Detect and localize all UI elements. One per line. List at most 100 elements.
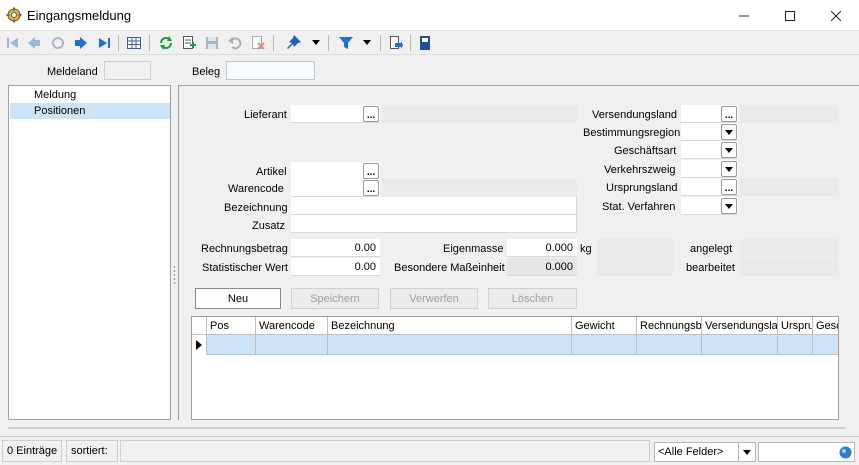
bezeichnung-label: Bezeichnung bbox=[224, 202, 288, 214]
grid-cell[interactable] bbox=[207, 335, 256, 355]
meldeland-label: Meldeland bbox=[47, 66, 98, 78]
ursprungsland-lookup-button[interactable]: ... bbox=[721, 179, 737, 195]
unit-spacer bbox=[597, 239, 673, 276]
toolbar-separator bbox=[380, 35, 381, 51]
table-view-icon[interactable] bbox=[125, 34, 143, 52]
reload-icon[interactable] bbox=[157, 34, 175, 52]
grid-row-header-corner bbox=[192, 317, 207, 335]
column-header-pos[interactable]: Pos bbox=[207, 317, 256, 335]
lieferant-label: Lieferant bbox=[244, 109, 287, 121]
column-header-rechnungsbetrag[interactable]: Rechnungsbe bbox=[637, 317, 702, 335]
column-header-bezeichnung[interactable]: Bezeichnung bbox=[328, 317, 572, 335]
grid-cell[interactable] bbox=[572, 335, 637, 355]
save-icon[interactable] bbox=[203, 34, 221, 52]
undo-icon[interactable] bbox=[226, 34, 244, 52]
last-record-icon[interactable] bbox=[95, 34, 113, 52]
app-gear-icon bbox=[6, 7, 22, 23]
rechnungsbetrag-label: Rechnungsbetrag bbox=[201, 243, 288, 255]
record-count: 0 Einträge bbox=[2, 440, 62, 462]
stat-verfahren-dropdown-icon[interactable] bbox=[721, 198, 737, 214]
filter-dropdown-icon[interactable] bbox=[361, 34, 373, 52]
next-record-icon[interactable] bbox=[72, 34, 90, 52]
export-icon[interactable] bbox=[386, 34, 404, 52]
bestimmungsregion-dropdown-icon[interactable] bbox=[721, 124, 737, 140]
grid-cell[interactable] bbox=[778, 335, 813, 355]
title-bar: Eingangsmeldung bbox=[0, 0, 859, 31]
beleg-field[interactable] bbox=[226, 61, 315, 80]
eigenmasse-field[interactable]: 0.000 bbox=[507, 239, 577, 257]
grid-cell[interactable] bbox=[256, 335, 328, 355]
book-icon[interactable] bbox=[416, 34, 434, 52]
versendungsland-name-display bbox=[740, 105, 839, 123]
pin-icon[interactable] bbox=[285, 34, 303, 52]
warencode-description-display bbox=[382, 179, 577, 197]
section-navigator: Meldung Positionen bbox=[8, 85, 171, 420]
new-record-icon[interactable] bbox=[180, 34, 198, 52]
zusatz-label: Zusatz bbox=[252, 220, 286, 232]
splitter-handle[interactable] bbox=[173, 265, 176, 285]
status-bar: 0 Einträge sortiert: <Alle Felder> bbox=[0, 436, 859, 465]
nav-item-meldung[interactable]: Meldung bbox=[10, 87, 170, 103]
ursprungsland-name-display bbox=[740, 178, 839, 196]
artikel-lookup-button[interactable]: ... bbox=[363, 163, 379, 179]
beleg-label: Beleg bbox=[192, 66, 221, 78]
loeschen-button[interactable]: Löschen bbox=[488, 288, 577, 309]
column-header-geschaeftsart[interactable]: Gesc bbox=[813, 317, 838, 335]
filter-icon[interactable] bbox=[337, 34, 355, 52]
lieferant-lookup-button[interactable]: ... bbox=[363, 106, 379, 122]
toolbar-separator bbox=[149, 35, 150, 51]
versendungsland-lookup-button[interactable]: ... bbox=[721, 106, 737, 122]
geschaeftsart-label: Geschäftsart bbox=[614, 145, 677, 157]
ursprungsland-label: Ursprungsland bbox=[606, 182, 678, 194]
close-icon[interactable] bbox=[813, 0, 859, 31]
neu-button[interactable]: Neu bbox=[195, 288, 281, 309]
verkehrszweig-dropdown-icon[interactable] bbox=[721, 161, 737, 177]
warencode-label: Warencode bbox=[228, 183, 284, 195]
grid-cell[interactable] bbox=[813, 335, 838, 355]
toolbar-separator bbox=[273, 35, 274, 51]
first-record-icon[interactable] bbox=[4, 34, 22, 52]
toolbar bbox=[0, 31, 859, 55]
nav-item-positionen[interactable]: Positionen bbox=[10, 103, 170, 119]
verwerfen-button[interactable]: Verwerfen bbox=[390, 288, 478, 309]
column-header-versendungsland[interactable]: Versendungslar bbox=[702, 317, 778, 335]
minimize-icon[interactable] bbox=[721, 0, 767, 31]
geschaeftsart-dropdown-icon[interactable] bbox=[721, 142, 737, 158]
previous-record-icon[interactable] bbox=[25, 34, 43, 52]
bearbeitet-display bbox=[740, 258, 839, 276]
bottom-splitter bbox=[0, 420, 859, 436]
angelegt-label: angelegt bbox=[690, 243, 733, 255]
rechnungsbetrag-field[interactable]: 0.00 bbox=[291, 239, 380, 257]
eigenmasse-unit: kg bbox=[580, 243, 592, 255]
grid-cell[interactable] bbox=[702, 335, 778, 355]
status-spacer bbox=[120, 440, 650, 462]
column-header-ursprungsland[interactable]: Ursprur bbox=[778, 317, 813, 335]
versendungsland-label: Versendungsland bbox=[592, 109, 678, 121]
column-header-gewicht[interactable]: Gewicht bbox=[572, 317, 637, 335]
refresh-back-icon[interactable] bbox=[49, 34, 67, 52]
maximize-icon[interactable] bbox=[767, 0, 813, 31]
warencode-lookup-button[interactable]: ... bbox=[363, 180, 379, 196]
eigenmasse-label: Eigenmasse bbox=[443, 243, 504, 255]
delete-icon[interactable] bbox=[249, 34, 267, 52]
column-header-warencode[interactable]: Warencode bbox=[256, 317, 328, 335]
current-row-indicator-icon bbox=[192, 335, 207, 355]
statistischer-wert-label: Statistischer Wert bbox=[202, 262, 288, 274]
grid-cell[interactable] bbox=[328, 335, 572, 355]
positions-grid[interactable]: Pos Warencode Bezeichnung Gewicht Rechnu… bbox=[191, 316, 839, 420]
field-selector-dropdown-icon[interactable] bbox=[739, 442, 756, 462]
statistischer-wert-field[interactable]: 0.00 bbox=[291, 258, 380, 276]
search-globe-icon[interactable] bbox=[839, 446, 852, 459]
speichern-button[interactable]: Speichern bbox=[291, 288, 379, 309]
window-title: Eingangsmeldung bbox=[27, 8, 132, 23]
meldeland-field[interactable] bbox=[104, 61, 151, 80]
field-selector[interactable]: <Alle Felder> bbox=[654, 442, 739, 462]
bezeichnung-field[interactable] bbox=[291, 197, 577, 215]
toolbar-separator bbox=[328, 35, 329, 51]
stat-verfahren-label: Stat. Verfahren bbox=[602, 201, 676, 213]
pin-dropdown-icon[interactable] bbox=[310, 34, 322, 52]
sort-status: sortiert: bbox=[66, 440, 118, 462]
zusatz-field[interactable] bbox=[291, 215, 577, 233]
besondere-masseinheit-field: 0.000 bbox=[507, 258, 577, 276]
grid-cell[interactable] bbox=[637, 335, 702, 355]
